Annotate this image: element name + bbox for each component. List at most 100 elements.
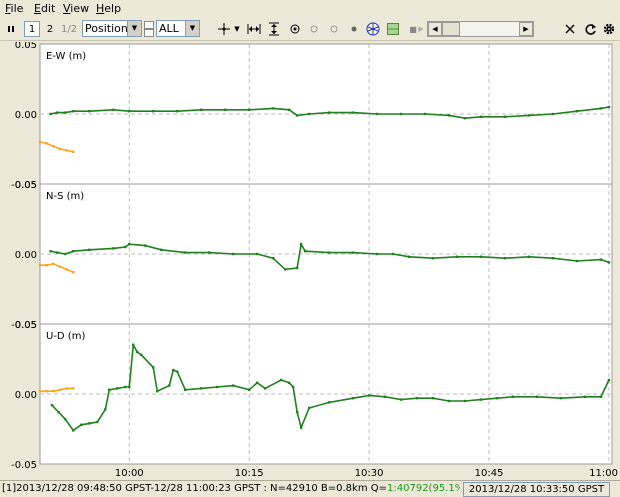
menu-bar: File Edit View Help bbox=[0, 0, 620, 17]
time-scrollbar[interactable]: ◀ ▶ bbox=[427, 21, 534, 37]
fix-point bbox=[263, 387, 267, 390]
solution-1-2-button[interactable]: 1/2 bbox=[61, 21, 77, 37]
satellite-select[interactable]: ALL ▼ bbox=[156, 20, 200, 37]
fix-point bbox=[104, 408, 107, 411]
fix-point bbox=[255, 381, 259, 384]
fix-point bbox=[96, 420, 99, 424]
status-bar: [1]2013/12/28 09:48:50 GPST-12/28 11:00:… bbox=[0, 480, 620, 497]
status-counts: : N=42910 B=0.8km Q= bbox=[260, 483, 388, 494]
fix-point bbox=[112, 247, 115, 250]
menu-edit[interactable]: Edit bbox=[34, 2, 55, 15]
fix-point bbox=[575, 259, 579, 263]
scroll-left-icon[interactable]: ◀ bbox=[428, 22, 442, 36]
fix-point bbox=[391, 252, 395, 256]
scroll-thumb[interactable] bbox=[442, 22, 460, 36]
y-tick-label: 0.05 bbox=[15, 320, 37, 331]
status-summary: [1]2013/12/28 09:48:50 GPST-12/28 11:00:… bbox=[2, 483, 460, 494]
fix-point bbox=[287, 381, 291, 384]
fix-point bbox=[447, 114, 451, 117]
float-point bbox=[72, 150, 75, 153]
scroll-right-icon[interactable]: ▶ bbox=[519, 22, 533, 36]
position-plot[interactable]: 0.050.00-0.05E-W (m)0.050.00-0.05N-S (m)… bbox=[0, 42, 620, 480]
pause-icon[interactable] bbox=[3, 21, 19, 37]
fix-point bbox=[88, 110, 91, 113]
fix-point bbox=[599, 395, 603, 398]
float-point bbox=[52, 390, 55, 393]
fix-point bbox=[479, 115, 483, 118]
fix-point bbox=[57, 411, 60, 414]
fix-point bbox=[303, 250, 307, 253]
float-point bbox=[45, 390, 48, 393]
fix-point bbox=[152, 366, 155, 369]
float-point bbox=[52, 262, 55, 265]
plot-type-select[interactable]: Position ▼ bbox=[82, 20, 142, 37]
fix-point bbox=[415, 397, 419, 400]
fix-point bbox=[208, 251, 211, 254]
panel-label: N-S (m) bbox=[46, 191, 84, 202]
reload-icon[interactable] bbox=[582, 21, 598, 37]
close-icon[interactable] bbox=[562, 21, 578, 37]
fix-point bbox=[299, 426, 303, 429]
fix-point bbox=[527, 114, 531, 117]
fix-point bbox=[160, 248, 163, 251]
fix-point bbox=[72, 429, 75, 432]
fix-point bbox=[295, 411, 299, 414]
quality-filter-icon[interactable] bbox=[144, 21, 154, 37]
map-globe-icon[interactable] bbox=[365, 21, 381, 37]
fix-point bbox=[503, 257, 507, 260]
fix-point bbox=[176, 110, 179, 113]
fix-point bbox=[136, 350, 139, 354]
chevron-down-icon: ▼ bbox=[185, 21, 199, 36]
fix-point bbox=[307, 406, 311, 410]
show-dot-icon[interactable] bbox=[346, 21, 362, 37]
menu-help[interactable]: Help bbox=[96, 2, 121, 15]
chevron-down-icon: ▼ bbox=[127, 21, 141, 36]
satellite-value: ALL bbox=[159, 22, 179, 35]
fix-point bbox=[247, 388, 251, 391]
fix-point bbox=[231, 384, 235, 387]
toolbar: 1 2 1/2 Position ▼ ALL ▼ ▼ ■ ▶ ◀ ▶ bbox=[0, 18, 620, 41]
crosshair-icon[interactable] bbox=[216, 21, 232, 37]
solution-2-button[interactable]: 2 bbox=[42, 21, 58, 37]
fix-point bbox=[255, 252, 259, 256]
fix-point bbox=[535, 395, 539, 398]
show-point-icon[interactable] bbox=[326, 21, 342, 37]
fix-point bbox=[200, 108, 203, 111]
fit-vertical-icon[interactable] bbox=[266, 21, 282, 37]
fix-point bbox=[575, 110, 579, 113]
fix-point bbox=[128, 110, 131, 113]
fix-point bbox=[291, 385, 295, 389]
fix-point bbox=[172, 369, 175, 372]
fix-point bbox=[287, 108, 291, 111]
fix-point bbox=[144, 244, 147, 247]
menu-view[interactable]: View bbox=[63, 2, 89, 15]
fix-point bbox=[116, 387, 119, 390]
center-origin-icon[interactable] bbox=[287, 21, 303, 37]
fix-point bbox=[184, 251, 187, 254]
fit-horizontal-icon[interactable] bbox=[246, 21, 262, 37]
fix-point bbox=[283, 268, 287, 271]
solution-1-button[interactable]: 1 bbox=[24, 21, 40, 37]
fix-point bbox=[559, 397, 563, 400]
fix-point bbox=[271, 107, 275, 110]
gear-icon[interactable] bbox=[601, 21, 617, 37]
fix-point bbox=[299, 243, 303, 246]
fix-point bbox=[124, 385, 127, 389]
fix-point bbox=[447, 399, 451, 403]
x-tick-label: 10:45 bbox=[475, 468, 504, 479]
y-tick-label: 0.00 bbox=[15, 250, 37, 261]
panel-label: U-D (m) bbox=[46, 331, 85, 342]
background-map-icon[interactable] bbox=[385, 21, 401, 37]
fix-point bbox=[224, 108, 227, 111]
x-tick-label: 10:15 bbox=[235, 468, 264, 479]
fix-point bbox=[351, 397, 355, 400]
menu-file[interactable]: File bbox=[5, 2, 23, 15]
float-point bbox=[38, 140, 42, 144]
show-track-icon[interactable] bbox=[306, 21, 322, 37]
fix-point bbox=[607, 105, 611, 109]
fix-point bbox=[399, 112, 403, 116]
dropdown-arrow-icon[interactable]: ▼ bbox=[233, 21, 241, 37]
fix-point bbox=[140, 353, 143, 356]
fix-point bbox=[88, 422, 91, 425]
fix-point bbox=[383, 395, 387, 398]
